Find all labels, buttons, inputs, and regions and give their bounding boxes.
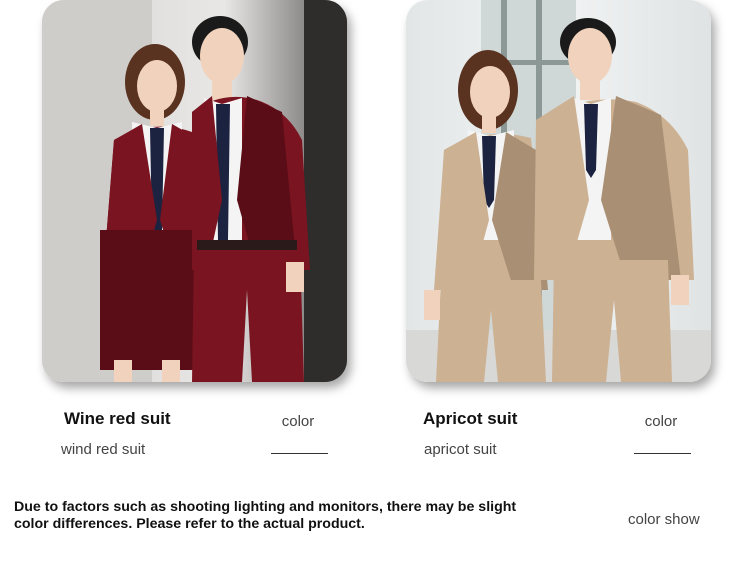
product-title-apricot: Apricot suit — [423, 409, 518, 428]
color-label-apricot: color — [644, 413, 678, 430]
product-title-wine-red: Wine red suit — [64, 409, 171, 428]
product-subtitle-wine-red: wind red suit — [61, 441, 146, 458]
underline-wine-red — [271, 453, 328, 454]
underline-apricot — [634, 453, 691, 454]
apricot-suit-photo — [406, 0, 711, 382]
wine-red-suit-photo — [42, 0, 347, 382]
color-show-label: color show — [628, 511, 700, 528]
color-label-wine-red: color — [281, 413, 315, 430]
color-disclaimer: Due to factors such as shooting lighting… — [14, 499, 517, 532]
product-subtitle-apricot: apricot suit — [424, 441, 497, 458]
